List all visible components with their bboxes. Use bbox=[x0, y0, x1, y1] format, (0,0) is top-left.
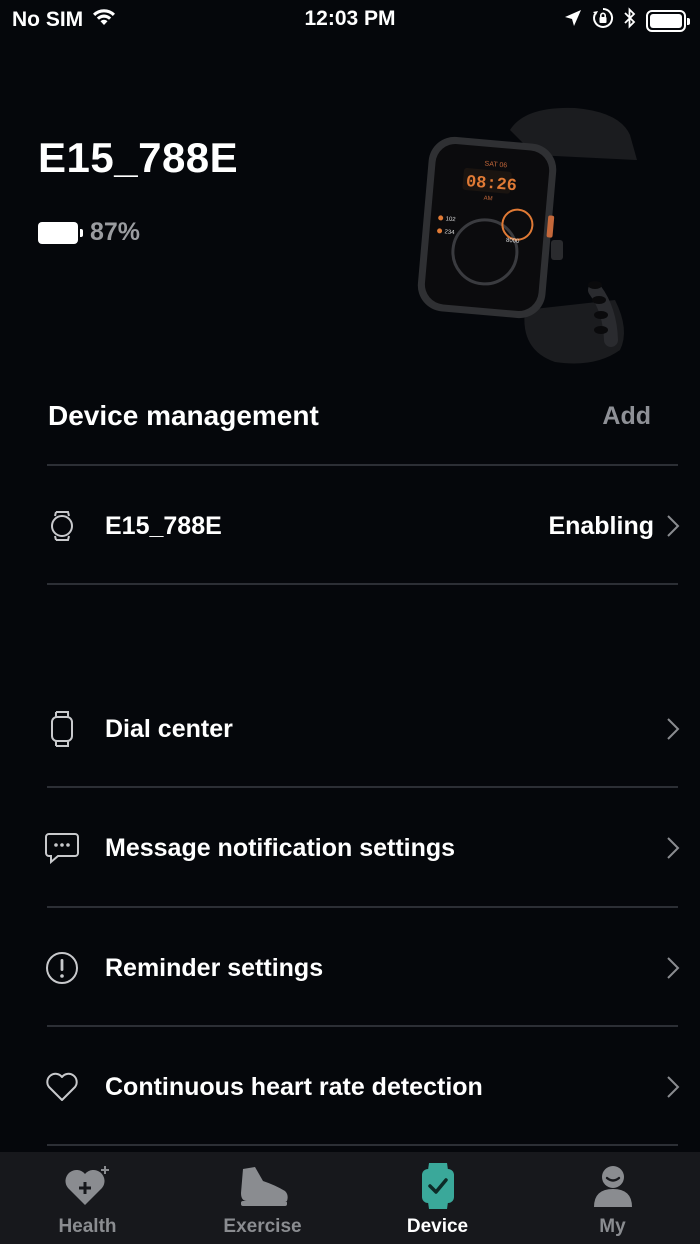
heart-outline-icon bbox=[44, 1069, 80, 1105]
watch-image: SAT 06 08:26 AM 8000 102 234 bbox=[415, 100, 665, 370]
device-row-name: E15_788E bbox=[105, 511, 222, 540]
chevron-right-icon bbox=[667, 1076, 680, 1098]
tab-device[interactable]: Device bbox=[350, 1152, 525, 1244]
heart-plus-icon bbox=[60, 1160, 116, 1212]
battery-row: 87% bbox=[38, 218, 140, 247]
message-bubble-icon bbox=[44, 830, 80, 866]
watch-square-icon bbox=[44, 711, 80, 747]
divider bbox=[47, 1025, 678, 1027]
bluetooth-icon bbox=[624, 7, 636, 34]
chevron-right-icon bbox=[667, 957, 680, 979]
battery-percent: 87% bbox=[90, 218, 141, 246]
tab-label: My bbox=[599, 1216, 626, 1237]
location-arrow-icon bbox=[564, 9, 582, 32]
tab-exercise[interactable]: Exercise bbox=[175, 1152, 350, 1244]
shoe-icon bbox=[235, 1160, 291, 1212]
chevron-right-icon bbox=[667, 515, 680, 537]
divider bbox=[47, 906, 678, 908]
svg-text:234: 234 bbox=[444, 229, 455, 236]
device-row[interactable]: E15_788E Enabling bbox=[44, 496, 680, 556]
device-name: E15_788E bbox=[38, 134, 239, 181]
divider bbox=[47, 583, 678, 585]
watch-round-icon bbox=[44, 508, 80, 544]
smartwatch-icon bbox=[410, 1160, 466, 1212]
tab-label: Device bbox=[406, 1216, 469, 1237]
divider bbox=[47, 1144, 678, 1146]
svg-text:AM: AM bbox=[483, 196, 492, 203]
chevron-right-icon bbox=[667, 837, 680, 859]
tab-my[interactable]: My bbox=[525, 1152, 700, 1244]
svg-text:8000: 8000 bbox=[506, 238, 520, 245]
tab-bar: Health Exercise Device My bbox=[0, 1152, 700, 1244]
status-right bbox=[564, 7, 690, 34]
menu-item-label: Reminder settings bbox=[105, 953, 324, 982]
device-management-title: Device management bbox=[48, 400, 319, 431]
menu-item-dial-center[interactable]: Dial center bbox=[44, 699, 680, 759]
tab-health[interactable]: Health bbox=[0, 1152, 175, 1244]
add-device-button[interactable]: Add bbox=[602, 402, 651, 431]
status-battery-icon bbox=[646, 9, 690, 32]
menu-item-message-notification[interactable]: Message notification settings bbox=[44, 818, 680, 878]
orientation-lock-icon bbox=[592, 7, 614, 34]
battery-icon bbox=[38, 221, 83, 244]
divider bbox=[47, 464, 678, 466]
divider bbox=[47, 786, 678, 788]
menu-item-heart-rate-detection[interactable]: Continuous heart rate detection bbox=[44, 1057, 680, 1117]
exclamation-circle-icon bbox=[44, 950, 80, 986]
menu-item-label: Continuous heart rate detection bbox=[105, 1072, 483, 1101]
device-management-header: Device management Add bbox=[48, 400, 651, 432]
menu-item-label: Message notification settings bbox=[105, 833, 456, 862]
tab-label: Exercise bbox=[223, 1216, 302, 1237]
status-bar: No SIM 12:03 PM bbox=[0, 0, 700, 40]
user-icon bbox=[585, 1160, 641, 1212]
menu-item-reminder-settings[interactable]: Reminder settings bbox=[44, 938, 680, 998]
tab-label: Health bbox=[58, 1216, 117, 1237]
svg-text:102: 102 bbox=[445, 216, 456, 223]
menu-item-label: Dial center bbox=[105, 714, 233, 743]
device-row-status: Enabling bbox=[548, 511, 654, 540]
chevron-right-icon bbox=[667, 718, 680, 740]
